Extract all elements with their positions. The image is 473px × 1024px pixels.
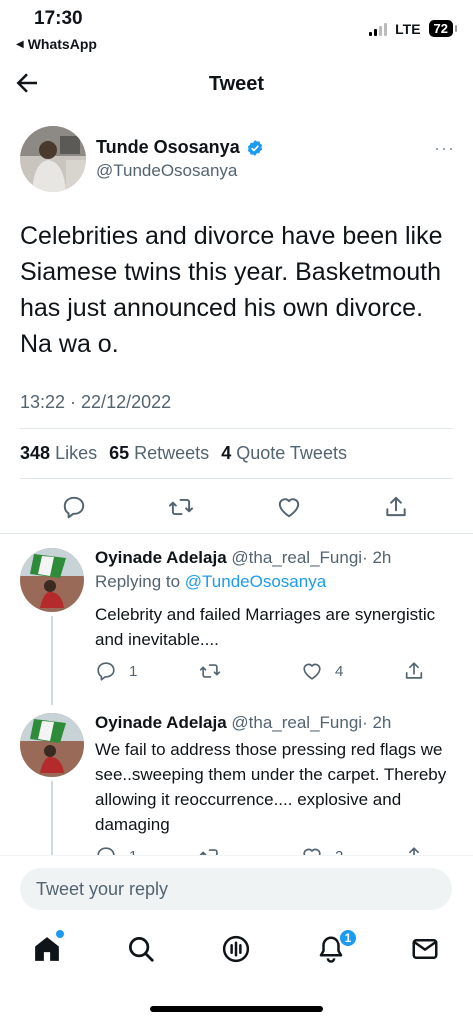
reply-avatar[interactable] <box>20 713 84 777</box>
author-name-row: Tunde Ososanya <box>96 137 264 158</box>
unread-dot <box>56 930 64 938</box>
reply-composer-bar <box>0 855 473 920</box>
home-indicator[interactable] <box>150 1006 323 1012</box>
divider <box>20 428 453 429</box>
tweet-timestamp[interactable]: 13:22 · 22/12/2022 <box>20 392 171 413</box>
nav-home[interactable] <box>32 930 64 964</box>
reply-author-handle[interactable]: @tha_real_Fungi <box>231 713 362 732</box>
retweet-icon <box>199 664 221 678</box>
reply-text: Celebrity and failed Marriages are syner… <box>95 605 436 649</box>
reply-icon[interactable] <box>61 494 87 520</box>
retweets-stat[interactable]: 65 Retweets <box>109 443 209 464</box>
verified-badge-icon <box>247 139 262 156</box>
likes-stat[interactable]: 348 Likes <box>20 443 97 464</box>
reply-text: We fail to address those pressing red fl… <box>95 740 447 834</box>
reply-input[interactable] <box>20 868 452 910</box>
reply-time: · 2h <box>362 713 392 732</box>
tweet-text: Celebrities and divorce have been like S… <box>20 222 443 358</box>
reply-count: 1 <box>129 848 137 856</box>
reply-actions: 1 2 <box>95 845 435 855</box>
author-avatar[interactable] <box>20 126 86 192</box>
author-name: Tunde Ososanya <box>96 137 240 157</box>
back-triangle-icon: ◀ <box>16 38 24 50</box>
tweet-stats: 348 Likes 65 Retweets 4 Quote Tweets <box>20 443 347 464</box>
top-bar: Tweet <box>0 58 473 112</box>
signal-icon <box>369 22 388 36</box>
notifications-badge: 1 <box>338 928 358 948</box>
reply-author-name[interactable]: Oyinade Adelaja <box>95 548 227 567</box>
reply-actions: 1 4 <box>95 660 435 686</box>
reply-avatar[interactable] <box>20 548 84 612</box>
reply-share-button[interactable] <box>403 660 425 682</box>
reply-count: 1 <box>129 662 138 680</box>
reply-share-button[interactable] <box>403 845 425 855</box>
reply-icon <box>97 662 115 681</box>
author-info[interactable]: Tunde Ososanya @TundeOsosanya <box>96 137 264 181</box>
quote-tweets-stat[interactable]: 4 Quote Tweets <box>221 443 347 464</box>
status-right: LTE 72 <box>369 20 458 37</box>
like-count: 2 <box>335 848 343 856</box>
reply-icon <box>97 847 115 855</box>
thread-line <box>51 781 53 855</box>
like-heart-icon[interactable] <box>276 494 302 520</box>
reply-header: Oyinade Adelaja @tha_real_Fungi· 2h <box>95 713 391 733</box>
reply-retweet-button[interactable] <box>199 845 221 855</box>
reply-retweet-button[interactable] <box>199 660 221 682</box>
replying-to: Replying to @TundeOsosanya <box>95 572 327 591</box>
nav-search[interactable] <box>126 934 156 964</box>
bottom-nav: 1 <box>0 920 473 980</box>
battery-level: 72 <box>433 21 448 36</box>
status-time: 17:30 <box>34 8 83 29</box>
tweet-actions <box>0 489 473 525</box>
more-options-icon[interactable]: ··· <box>434 138 455 159</box>
reply-tweet[interactable]: Oyinade Adelaja @tha_real_Fungi· 2h Repl… <box>0 540 473 705</box>
share-icon <box>409 847 419 855</box>
reply-author-handle[interactable]: @tha_real_Fungi <box>231 548 362 567</box>
divider <box>0 533 473 534</box>
reply-tweet[interactable]: Oyinade Adelaja @tha_real_Fungi· 2h We f… <box>0 705 473 855</box>
status-bar: 17:30 ◀ WhatsApp LTE 72 <box>0 0 473 58</box>
nav-spaces[interactable] <box>221 934 251 964</box>
like-count: 4 <box>335 662 344 680</box>
back-app-label: WhatsApp <box>27 36 97 52</box>
mail-icon <box>412 939 438 959</box>
network-label: LTE <box>395 20 421 37</box>
thread-line <box>51 616 53 705</box>
reply-like-button[interactable]: 4 <box>301 660 343 682</box>
divider <box>20 478 453 479</box>
reply-author-name[interactable]: Oyinade Adelaja <box>95 713 227 732</box>
battery-icon: 72 <box>428 20 458 37</box>
share-icon[interactable] <box>383 494 409 520</box>
reply-header: Oyinade Adelaja @tha_real_Fungi· 2h <box>95 548 391 568</box>
nav-messages[interactable] <box>410 934 440 964</box>
replying-to-link[interactable]: @TundeOsosanya <box>185 572 326 591</box>
back-to-app-link[interactable]: ◀ WhatsApp <box>16 36 97 52</box>
like-heart-icon <box>303 848 321 855</box>
reply-time: · 2h <box>362 548 392 567</box>
nav-notifications[interactable]: 1 <box>316 928 358 964</box>
reply-reply-button[interactable]: 1 <box>95 845 137 855</box>
retweet-icon <box>199 849 218 855</box>
home-icon <box>35 937 59 961</box>
reply-reply-button[interactable]: 1 <box>95 660 137 682</box>
share-icon <box>405 662 423 679</box>
like-heart-icon <box>303 663 321 680</box>
retweet-icon[interactable] <box>168 494 194 520</box>
avatar-photo <box>20 126 86 192</box>
avatar-photo <box>20 548 84 612</box>
page-title: Tweet <box>208 73 265 95</box>
reply-like-button[interactable]: 2 <box>301 845 343 855</box>
avatar-photo <box>20 713 84 777</box>
search-icon <box>129 937 154 962</box>
author-handle: @TundeOsosanya <box>96 161 238 180</box>
spaces-icon <box>222 935 250 963</box>
